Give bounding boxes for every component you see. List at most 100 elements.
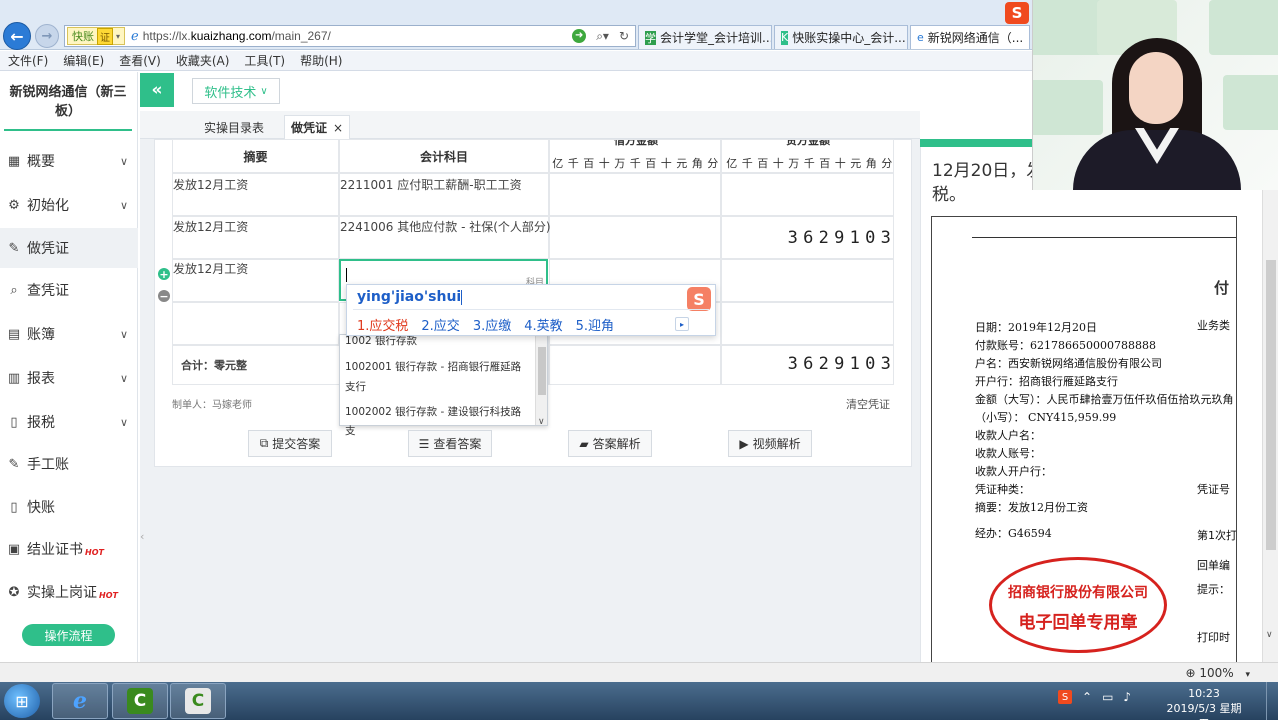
dropdown-scrollbar[interactable]: ∨ [535,335,547,427]
subject-header-label: 会计科目 [419,149,468,164]
start-button[interactable]: ⊞ [4,684,40,718]
clock-time: 10:23 [1188,687,1220,700]
sidebar-item-certificate[interactable]: ▣ 结业证书 HOT [0,529,138,569]
sogou-tray-icon[interactable]: S [1058,690,1072,704]
remove-row-icon[interactable]: − [158,290,170,303]
task-panel-scrollbar[interactable]: ∨ [1262,190,1278,662]
scroll-thumb[interactable] [538,347,546,395]
ime-candidate[interactable]: 2.应交 [421,315,459,334]
go-icon[interactable]: ➜ [572,28,587,43]
url-text[interactable]: https://lx.kuaizhang.com/main_267/ [143,29,331,43]
add-row-icon[interactable]: + [158,268,170,281]
video-analysis-button[interactable]: ▶ 视频解析 [728,430,812,457]
sidebar-item-tax[interactable]: ▯ 报税 ∨ [0,402,138,442]
search-icon[interactable]: ⌕▾ [596,29,609,44]
presenter-face [1129,52,1183,124]
chevron-down-icon: ∨ [119,415,128,429]
sidebar-item-label: 做凭证 [27,241,69,257]
sidebar: 新锐网络通信（新三板） ▦ 概要 ∨ ⚙ 初始化 ∨ ✎ 做凭证 ⌕ 查凭证 ▤… [0,72,138,662]
receipt-right-label: 第1次打 [1197,529,1237,542]
taskbar-camtasia-2[interactable]: C [170,683,226,719]
amount-digit: 0 [865,354,876,374]
row3-credit-cell[interactable] [721,259,894,302]
sidebar-item-ledger[interactable]: ▤ 账簿 ∨ [0,314,138,354]
tab-catalog[interactable]: 实操目录表 [198,115,270,139]
row3-summary: 发放12月工资 [173,262,249,276]
view-answer-button[interactable]: ☰ 查看答案 [408,430,492,457]
chevron-down-icon[interactable]: ∨ [538,417,545,427]
row2-debit-cell[interactable] [549,216,721,259]
taskbar-camtasia-1[interactable]: C [112,683,168,719]
menu-help[interactable]: 帮助(H) [300,52,342,69]
back-button[interactable]: ← [3,22,31,50]
row1-credit-cell[interactable] [721,173,894,216]
operation-flow-button[interactable]: 操作流程 [22,624,115,646]
ime-candidate[interactable]: 5.迎角 [576,315,614,334]
menu-favorites[interactable]: 收藏夹(A) [176,52,230,69]
database-icon: ☰ [418,436,430,451]
tab-make-voucher[interactable]: 做凭证 × [284,115,351,139]
taskbar-ie[interactable]: ℯ [52,683,108,719]
ime-candidate[interactable]: 3.应缴 [473,315,511,334]
sidebar-item-make-voucher[interactable]: ✎ 做凭证 [0,228,138,268]
amount-digit: 2 [818,228,829,248]
row4-summary-cell[interactable] [172,302,339,345]
sidebar-item-overview[interactable]: ▦ 概要 ∨ [0,141,138,181]
chevron-left-icon[interactable]: ‹ [140,530,144,543]
subject-header: 会计科目 [339,139,549,173]
ime-candidate[interactable]: 1.应交税 [357,315,408,334]
zoom-icon: ⊕ [1185,666,1196,680]
browser-tab-1[interactable]: 学 会计学堂_会计培训... [638,25,772,49]
sidebar-item-query-voucher[interactable]: ⌕ 查凭证 [0,270,138,310]
software-tech-button[interactable]: 软件技术 ∨ [192,78,280,104]
network-icon[interactable]: ▭ [1102,690,1113,704]
right-panel-accent [920,139,1032,147]
digit-unit-label: 万 [614,157,626,170]
ime-next-page-icon[interactable]: ▸ [675,317,689,331]
close-icon[interactable]: × [333,121,343,135]
menu-edit[interactable]: 编辑(E) [63,52,104,69]
search-icon: ⌕ [10,282,18,298]
hot-badge: HOT [99,590,118,600]
sogou-icon[interactable]: S [1005,2,1029,24]
sidebar-item-reports[interactable]: ▥ 报表 ∨ [0,358,138,398]
compat-badge[interactable]: 快账 证 ▾ [67,27,126,45]
ime-candidate[interactable]: 4.英教 [524,315,562,334]
answer-analysis-button[interactable]: ▰ 答案解析 [568,430,652,457]
collapse-sidebar-button[interactable]: « [140,73,174,107]
menu-file[interactable]: 文件(F) [8,52,48,69]
digit-unit-label: 元 [850,157,862,170]
row4-credit-cell[interactable] [721,302,894,345]
refresh-icon[interactable]: ↻ [619,29,629,44]
sidebar-item-init[interactable]: ⚙ 初始化 ∨ [0,185,138,225]
dropdown-option[interactable]: 1002001 银行存款 - 招商银行雁延路支行 [345,357,525,397]
menu-tools[interactable]: 工具(T) [244,52,285,69]
digit-unit-label: 亿 [552,157,564,170]
total-debit-cell [549,345,721,385]
forward-button[interactable]: → [35,24,59,48]
row2-summary: 发放12月工资 [173,220,249,234]
menu-view[interactable]: 查看(V) [119,52,161,69]
url-path: /main_267/ [271,29,331,43]
zoom-level[interactable]: ⊕ 100% ▾ [1185,666,1250,680]
submit-answer-button[interactable]: ⧉ 提交答案 [248,430,332,457]
show-desktop-button[interactable] [1266,682,1278,720]
tray-arrow-icon[interactable]: ⌃ [1082,690,1092,704]
sidebar-item-job-cert[interactable]: ✪ 实操上岗证 HOT [0,572,138,612]
wall-logo-tile [1033,80,1103,135]
browser-tab-3[interactable]: e 新锐网络通信（... [910,25,1030,49]
browser-tab-2[interactable]: K 快账实操中心_会计... [774,25,908,49]
certificate-icon: ▣ [7,541,21,557]
sidebar-item-manual[interactable]: ✎ 手工账 [0,444,138,484]
digit-unit-label: 十 [772,157,784,170]
volume-icon[interactable]: ♪ [1123,690,1131,704]
sidebar-item-kuaizhang[interactable]: ▯ 快账 [0,487,138,527]
digit-unit-label: 角 [865,157,877,170]
clock[interactable]: 10:23 2019/5/3 星期五 [1164,686,1244,720]
chevron-down-icon[interactable]: ∨ [1266,630,1273,640]
receipt-line: 收款人开户行： [975,465,1052,478]
clear-voucher-link[interactable]: 清空凭证 [846,396,890,412]
address-bar[interactable]: 快账 证 ▾ ℯ https://lx.kuaizhang.com/main_2… [64,25,636,47]
row1-debit-cell[interactable] [549,173,721,216]
scroll-thumb[interactable] [1266,260,1276,550]
